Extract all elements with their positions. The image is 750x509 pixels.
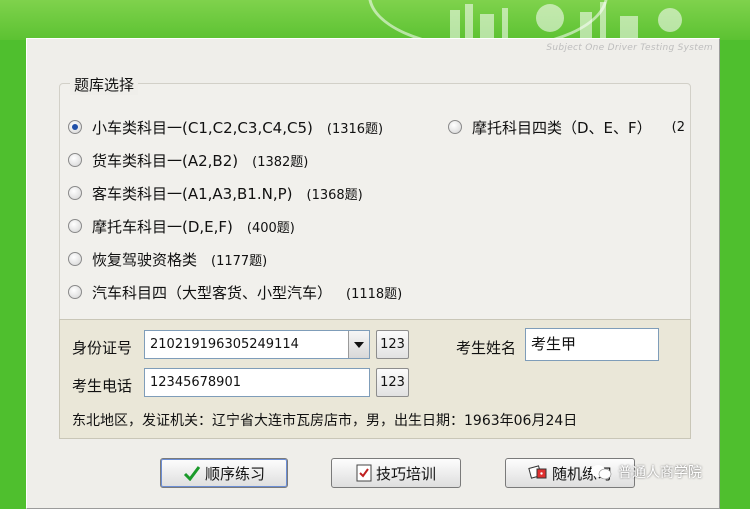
option-label: 摩托科目四类（D、E、F） xyxy=(472,118,652,137)
phone-field[interactable]: 12345678901 xyxy=(144,368,370,397)
background-cityscape xyxy=(450,2,682,40)
option-label: 货车类科目一(A2,B2) xyxy=(92,151,239,170)
id-number-label: 身份证号 xyxy=(72,339,133,357)
issuing-address-text: 东北地区，发证机关：辽宁省大连市瓦房店市，男，出生日期：1963年06月24日 xyxy=(72,413,578,429)
question-bank-group: 题库选择 小车类科目一(C1,C2,C3,C4,C5) (1316题) 货车类科… xyxy=(59,74,691,347)
option-count: (400题) xyxy=(246,220,295,236)
wechat-icon xyxy=(590,463,612,481)
option-count: (1316题) xyxy=(326,121,384,137)
examinee-name-field[interactable]: 考生甲 xyxy=(525,328,659,361)
radio-button[interactable] xyxy=(68,252,82,266)
option-label: 摩托车科目一(D,E,F) xyxy=(92,217,233,236)
option-label: 小车类科目一(C1,C2,C3,C4,C5) xyxy=(92,118,313,137)
phone-keypad-button[interactable]: 123 xyxy=(376,368,409,397)
radio-option-subject-four[interactable]: 汽车科目四（大型客货、小型汽车） (1118题) xyxy=(68,281,402,303)
radio-option-motorcycle[interactable]: 摩托车科目一(D,E,F) (400题) xyxy=(68,215,295,237)
radio-button[interactable] xyxy=(68,186,82,200)
radio-option-motorcycle-four[interactable]: 摩托科目四类（D、E、F） (2 xyxy=(448,116,685,138)
chevron-down-icon xyxy=(354,341,364,348)
radio-button[interactable] xyxy=(68,285,82,299)
checklist-icon xyxy=(356,464,372,482)
examinee-info-panel: 身份证号 210219196305249114 123 考生姓名 考生甲 考生电… xyxy=(59,319,691,439)
examinee-name-label: 考生姓名 xyxy=(456,339,517,357)
radio-option-bus[interactable]: 客车类科目一(A1,A3,B1.N,P) (1368题) xyxy=(68,182,363,204)
id-number-combobox[interactable]: 210219196305249114 xyxy=(144,330,370,359)
sequence-practice-button[interactable]: 顺序练习 xyxy=(160,458,288,488)
watermark-text: 普通人商学院 xyxy=(618,465,702,481)
phone-label: 考生电话 xyxy=(72,377,133,395)
option-label: 恢复驾驶资格类 xyxy=(92,250,198,269)
skill-training-label: 技巧培训 xyxy=(375,464,436,483)
option-count: (1177题) xyxy=(211,253,268,269)
option-count: (2 xyxy=(671,119,686,135)
option-count: (1118题) xyxy=(346,286,403,302)
radio-button[interactable] xyxy=(68,153,82,167)
id-keypad-button[interactable]: 123 xyxy=(376,330,409,359)
radio-option-restore[interactable]: 恢复驾驶资格类 (1177题) xyxy=(68,248,267,270)
checkmark-icon xyxy=(183,465,201,481)
radio-option-car[interactable]: 小车类科目一(C1,C2,C3,C4,C5) (1316题) xyxy=(68,116,383,138)
skill-training-button[interactable]: 技巧培训 xyxy=(331,458,461,488)
dice-icon xyxy=(528,464,548,482)
option-label: 客车类科目一(A1,A3,B1.N,P) xyxy=(92,184,293,203)
sequence-practice-label: 顺序练习 xyxy=(204,464,265,483)
radio-option-truck[interactable]: 货车类科目一(A2,B2) (1382题) xyxy=(68,149,308,171)
group-title: 题库选择 xyxy=(70,74,139,95)
option-count: (1368题) xyxy=(306,187,363,203)
dialog-window: Subject One Driver Testing System 题库选择 小… xyxy=(26,38,720,509)
id-number-value: 210219196305249114 xyxy=(150,337,299,352)
radio-button[interactable] xyxy=(68,219,82,233)
dialog-subtitle: Subject One Driver Testing System xyxy=(546,43,713,53)
option-label: 汽车科目四（大型客货、小型汽车） xyxy=(92,283,333,302)
watermark: 普通人商学院 xyxy=(590,462,702,482)
radio-button[interactable] xyxy=(448,120,462,134)
option-count: (1382题) xyxy=(252,154,309,170)
dropdown-arrow-button[interactable] xyxy=(348,331,369,358)
radio-button[interactable] xyxy=(68,120,82,134)
